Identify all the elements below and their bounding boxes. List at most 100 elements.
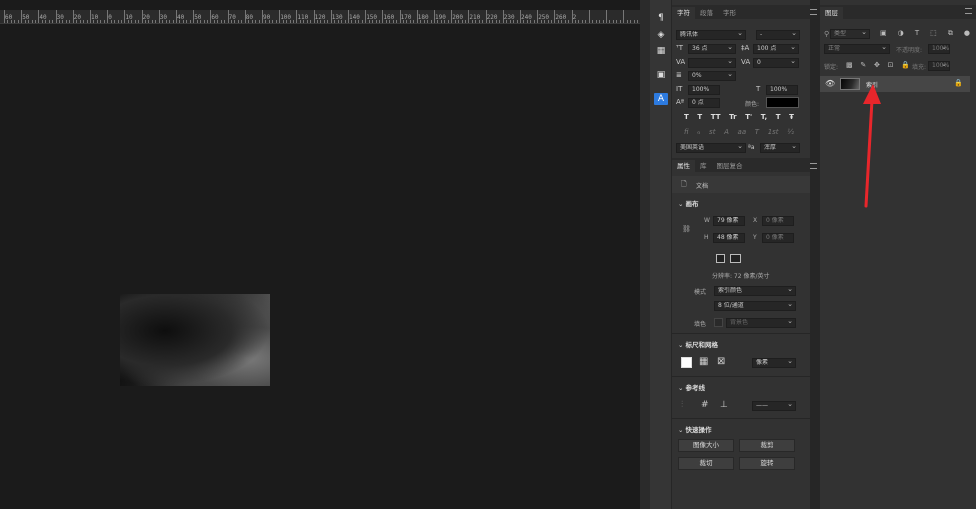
canvas-section-header[interactable]: 画布 [678,198,699,208]
stamp-icon[interactable]: ▣ [654,69,668,81]
ruler-unit-select[interactable]: 像素 [752,358,796,368]
guides-icon[interactable]: ⫶ [681,400,683,410]
underline-button[interactable]: T [776,113,781,121]
link-icon[interactable]: ⛓ [682,225,691,233]
smart-guides-icon[interactable]: # [701,400,709,410]
blend-mode-select[interactable]: 正常 [824,44,890,54]
tab-layer-comps[interactable]: 图层复合 [712,160,748,172]
tab-paragraph[interactable]: 段落 [695,7,718,19]
fill-input[interactable]: 100% [928,61,950,71]
lock-transparency-icon[interactable]: ▩ [846,61,853,69]
horizontal-scale-input[interactable]: 100% [766,85,798,95]
width-input[interactable]: 79 像素 [713,216,745,226]
tab-properties[interactable]: 属性 [672,160,695,172]
ruler-tick [368,20,370,23]
landscape-orientation-icon[interactable] [730,254,741,263]
opacity-input[interactable]: 100% [928,44,950,54]
smart-object-filter-icon[interactable]: ⧉ [948,29,953,38]
panel-divider[interactable] [640,0,650,509]
superscript-button[interactable]: T' [745,113,752,121]
tracking-input[interactable]: 0 [753,58,799,68]
ligatures-button[interactable]: fi [684,128,689,136]
layer-filter-select[interactable]: 类型 [830,29,870,39]
ruler-tick [403,20,405,23]
trim-button[interactable]: 裁切 [678,457,734,470]
tab-libraries[interactable]: 库 [695,160,712,172]
height-input[interactable]: 48 像素 [713,233,745,243]
rulers-grid-section-header[interactable]: 标尺和网格 [678,339,719,349]
discretionary-ligatures-button[interactable]: st [709,128,715,136]
character-panel-icon[interactable]: A [654,93,668,105]
kerning-input[interactable] [688,58,736,68]
ruler-tick [241,20,243,23]
rulers-toggle-icon[interactable] [681,357,692,368]
image-size-button[interactable]: 图像大小 [678,439,734,452]
text-color-swatch[interactable] [766,97,799,108]
y-input[interactable]: 0 像素 [762,233,794,243]
grid-icon[interactable]: ▦ [699,356,708,367]
document-label: 文档 [696,183,709,190]
tab-layers[interactable]: 图层 [820,7,843,19]
lock-position-icon[interactable]: ✥ [874,61,880,69]
scale-ratio-input[interactable]: 0% [688,71,736,81]
canvas-area[interactable] [0,24,640,509]
layer-row[interactable]: 👁 索引 🔒 [820,76,970,92]
lock-pixels-icon[interactable]: ✎ [860,61,866,69]
rotate-button[interactable]: 旋转 [739,457,795,470]
faux-bold-button[interactable]: T [684,113,689,121]
3d-icon[interactable]: ◈ [654,29,668,41]
bit-depth-select[interactable]: 8 位/通道 [714,301,796,311]
mode-select[interactable]: 索引颜色 [714,286,796,296]
filter-toggle-icon[interactable]: ● [964,29,970,38]
document-image[interactable] [120,294,270,386]
pixel-grid-icon[interactable]: ⊠ [717,356,725,367]
character-panel-menu-icon[interactable] [810,9,817,15]
x-input[interactable]: 0 像素 [762,216,794,226]
visibility-eye-icon[interactable]: 👁 [825,79,835,88]
faux-italic-button[interactable]: T [697,113,702,121]
table-icon[interactable]: ▦ [654,45,668,57]
small-caps-button[interactable]: Tr [729,113,736,121]
old-style-button[interactable]: ℴ [697,128,700,136]
adjustment-filter-icon[interactable]: ◑ [898,29,904,38]
pixel-filter-icon[interactable]: ▣ [880,29,887,38]
paragraph-styles-icon[interactable]: ¶ [654,12,668,24]
vertical-scale-input[interactable]: 100% [688,85,720,95]
stylistic-alternates-button[interactable]: aa [738,128,747,136]
type-filter-icon[interactable]: T [915,29,919,38]
new-guide-icon[interactable]: ⊥ [720,400,728,410]
tab-glyphs[interactable]: 字形 [718,7,741,19]
anti-alias-select[interactable]: 浑厚 [760,143,800,153]
guides-section-header[interactable]: 参考线 [678,382,706,392]
baseline-shift-input[interactable]: 0 点 [688,98,720,108]
layer-filter-icons: ▣ ◑ T ⬚ ⧉ ● [880,29,970,38]
ruler-tick [378,20,380,23]
lock-artboard-icon[interactable]: ⊡ [888,61,894,69]
tab-character[interactable]: 字符 [672,7,695,19]
titling-alternates-button[interactable]: T [755,128,759,136]
ruler-tick [447,20,449,23]
swash-button[interactable]: A [724,128,729,136]
fill-color-swatch[interactable] [714,318,723,327]
lock-all-icon[interactable]: 🔒 [901,61,910,69]
font-family-select[interactable]: 腾讯体 [676,30,746,40]
layers-menu-icon[interactable] [965,8,972,14]
all-caps-button[interactable]: TT [711,113,721,121]
fill-select[interactable]: 背景色 [726,318,796,328]
portrait-orientation-icon[interactable] [716,254,725,263]
subscript-button[interactable]: T, [761,113,767,121]
font-size-input[interactable]: 36 点 [688,44,736,54]
leading-input[interactable]: 100 点 [753,44,799,54]
fractions-button[interactable]: ½ [787,128,794,136]
crop-button[interactable]: 裁剪 [739,439,795,452]
language-select[interactable]: 美国英语 [676,143,746,153]
quick-actions-section-header[interactable]: 快速操作 [678,424,712,434]
properties-panel-menu-icon[interactable] [810,163,817,169]
guide-style-select[interactable]: —— [752,401,796,411]
font-style-select[interactable]: - [756,30,800,40]
horizontal-ruler[interactable]: 60 50 40 30 20 10 0 10 20 30 40 50 60 70 80 90 100 110 120… [0,10,640,24]
shape-filter-icon[interactable]: ⬚ [930,29,937,38]
ordinals-button[interactable]: 1st [768,128,779,136]
ruler-tick [179,20,181,23]
strikethrough-button[interactable]: Ŧ [789,113,794,121]
